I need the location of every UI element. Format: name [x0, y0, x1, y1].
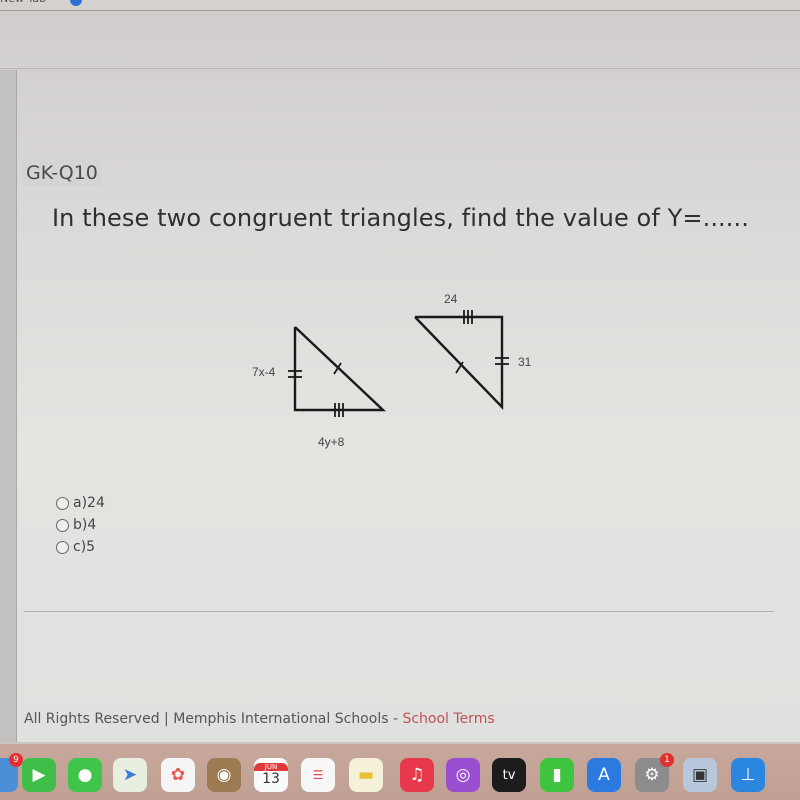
answer-options: a)24 b)4 c)5 [56, 492, 105, 558]
dock-preview-icon[interactable]: ▣ [683, 758, 717, 792]
triangle-right: 24 31 [414, 292, 532, 410]
calendar-day: 13 [262, 771, 280, 787]
label-31: 31 [518, 355, 532, 369]
label-4y+8: 4y+8 [318, 435, 345, 449]
notification-badge: 1 [660, 753, 674, 767]
option-label: c)5 [73, 539, 96, 555]
dock-calendar-icon[interactable]: JUN 13 [254, 758, 288, 792]
left-panel-edge [0, 70, 17, 742]
dock-messages-icon[interactable]: ● [68, 758, 102, 792]
school-terms-link[interactable]: School Terms [402, 711, 494, 727]
tab-new[interactable]: New Tab [0, 0, 46, 5]
footer-separator: | [164, 711, 169, 727]
radio-button[interactable] [56, 518, 69, 532]
question-text: In these two congruent triangles, find t… [52, 204, 749, 232]
triangles-figure: 7x-4 4y+8 24 31 [240, 285, 560, 460]
tab-strip: New Tab [0, 0, 800, 11]
radio-button[interactable] [56, 496, 69, 510]
dock-podcasts-icon[interactable]: ◎ [446, 758, 480, 792]
dock-photos-icon[interactable]: ✿ [161, 758, 195, 792]
option-a[interactable]: a)24 [56, 492, 105, 514]
header-divider [0, 68, 800, 69]
triangle-right-outline [414, 315, 504, 410]
option-c[interactable]: c)5 [56, 536, 105, 558]
dock-maps-icon[interactable]: ➤ [113, 758, 147, 792]
macos-dock: 9 ▶ ● ➤ ✿ ◉ JUN 13 ☰ ▬ ♫ ◎ tv ▮ A ⚙ 1 ▣ ⊥ [0, 744, 800, 800]
label-7x-4: 7x-4 [252, 365, 276, 379]
label-24: 24 [444, 292, 458, 306]
triangle-left: 7x-4 4y+8 [252, 326, 387, 449]
tab-favicon-icon [70, 0, 82, 6]
dock-contacts-icon[interactable]: ◉ [207, 758, 241, 792]
footer: All Rights Reserved | Memphis Internatio… [24, 711, 495, 727]
tv-label: tv [502, 767, 516, 783]
browser-window: New Tab GK-Q10 In these two congruent tr… [0, 0, 800, 742]
question-id: GK-Q10 [22, 160, 102, 186]
option-label: b)4 [73, 517, 97, 533]
dock-system-preferences-icon[interactable]: ⚙ 1 [635, 753, 674, 792]
radio-button[interactable] [56, 540, 69, 554]
dock-app-store-icon[interactable]: A [587, 758, 621, 792]
content-divider [24, 611, 774, 612]
dock-reminders-icon[interactable]: ☰ [301, 758, 335, 792]
footer-org: Memphis International Schools - [173, 711, 399, 727]
footer-rights: All Rights Reserved [24, 711, 160, 727]
dock-numbers-icon[interactable]: ▮ [540, 758, 574, 792]
notification-badge: 9 [9, 753, 23, 767]
option-label: a)24 [73, 495, 105, 511]
dock-notes-icon[interactable]: ▬ [349, 758, 383, 792]
dock-music-icon[interactable]: ♫ [400, 758, 434, 792]
dock-keynote-icon[interactable]: ⊥ [731, 758, 765, 792]
option-b[interactable]: b)4 [56, 514, 105, 536]
triangles-svg: 7x-4 4y+8 24 31 [252, 292, 532, 449]
triangle-left-outline [293, 326, 387, 412]
dock-finder-icon[interactable]: 9 [0, 753, 23, 792]
calendar-month: JUN [254, 763, 288, 771]
dock-tv-icon[interactable]: tv [492, 758, 526, 792]
dock-facetime-icon[interactable]: ▶ [22, 758, 56, 792]
